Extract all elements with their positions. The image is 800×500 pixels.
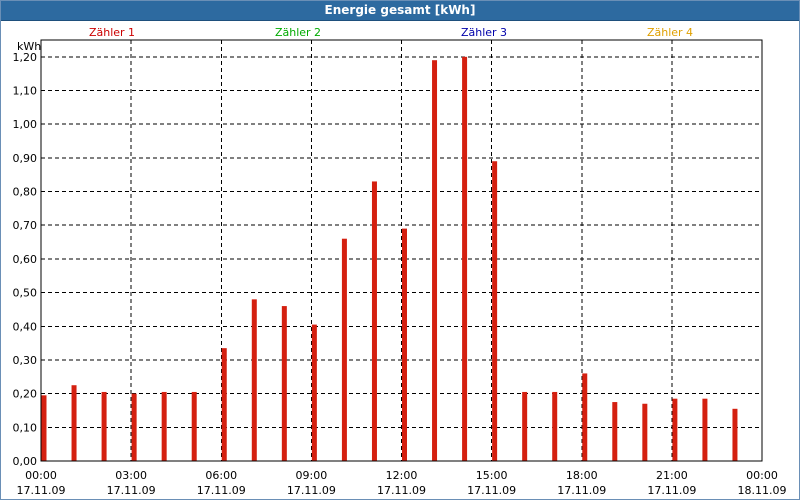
x-tick-date-label: 17.11.09 xyxy=(377,484,426,497)
y-tick-label: 1,10 xyxy=(13,85,38,98)
x-tick-date-label: 17.11.09 xyxy=(467,484,516,497)
bar xyxy=(221,348,227,461)
bar xyxy=(341,238,347,461)
bars xyxy=(41,56,738,462)
x-tick-time-label: 21:00 xyxy=(656,469,688,482)
y-tick-label: 0,10 xyxy=(13,421,38,434)
x-tick-date-label: 17.11.09 xyxy=(647,484,696,497)
y-tick-label: 0,00 xyxy=(13,455,38,468)
bar xyxy=(402,228,407,461)
x-tick-time-label: 12:00 xyxy=(386,469,418,482)
bar xyxy=(522,391,528,461)
bar xyxy=(251,299,257,461)
x-tick-date-label: 17.11.09 xyxy=(107,484,156,497)
y-tick-label: 0,90 xyxy=(13,152,38,165)
bar xyxy=(582,373,588,461)
bar xyxy=(281,306,287,461)
x-tick-time-label: 03:00 xyxy=(115,469,147,482)
bar xyxy=(732,408,738,461)
x-tick-date-label: 17.11.09 xyxy=(557,484,606,497)
x-tick-time-label: 18:00 xyxy=(566,469,598,482)
y-tick-label: 0,70 xyxy=(13,219,38,232)
y-tick-label: 0,50 xyxy=(13,287,38,300)
bar xyxy=(191,391,197,461)
bar xyxy=(71,385,77,461)
bar xyxy=(101,391,107,461)
bar xyxy=(552,391,558,461)
bar xyxy=(672,398,678,461)
y-axis-unit-label: kWh xyxy=(17,40,41,53)
bar xyxy=(432,60,438,461)
bar xyxy=(311,324,317,461)
gridlines xyxy=(41,40,762,461)
x-tick-time-label: 06:00 xyxy=(205,469,237,482)
bar xyxy=(702,398,708,461)
bar xyxy=(642,403,648,461)
x-tick-date-label: 17.11.09 xyxy=(197,484,246,497)
y-tick-label: 1,00 xyxy=(13,118,38,131)
bar xyxy=(612,402,618,461)
meter-labels: Zähler 1 Zähler 2 Zähler 3 Zähler 4 xyxy=(89,26,693,39)
y-tick-label: 0,40 xyxy=(13,320,38,333)
y-tick-label: 0,20 xyxy=(13,388,38,401)
meter-label: Zähler 1 xyxy=(89,26,135,39)
x-tick-time-label: 09:00 xyxy=(296,469,328,482)
x-tick-date-label: 18.11.09 xyxy=(738,484,787,497)
meter-label: Zähler 4 xyxy=(647,26,693,39)
x-tick-time-label: 00:00 xyxy=(746,469,778,482)
y-tick-label: 0,30 xyxy=(13,354,38,367)
meter-label: Zähler 2 xyxy=(275,26,321,39)
x-tick-time-label: 15:00 xyxy=(476,469,508,482)
meter-label: Zähler 3 xyxy=(461,26,507,39)
bar xyxy=(371,181,377,461)
y-tick-label: 0,80 xyxy=(13,186,38,199)
y-tick-label: 0,60 xyxy=(13,253,38,266)
chart-plot: Zähler 1 Zähler 2 Zähler 3 Zähler 4 0,00 0,1… xyxy=(13,26,787,497)
x-tick-date-label: 17.11.09 xyxy=(17,484,66,497)
bar xyxy=(492,161,498,462)
bar xyxy=(161,391,167,461)
x-tick-time-label: 00:00 xyxy=(25,469,57,482)
axes: 0,00 0,10 0,20 0,30 0,40 0,50 0,60 0,70 0,80 0,90… xyxy=(13,39,787,497)
bar xyxy=(41,395,47,461)
x-tick-date-label: 17.11.09 xyxy=(287,484,336,497)
bar xyxy=(131,393,137,461)
bar xyxy=(462,56,468,462)
